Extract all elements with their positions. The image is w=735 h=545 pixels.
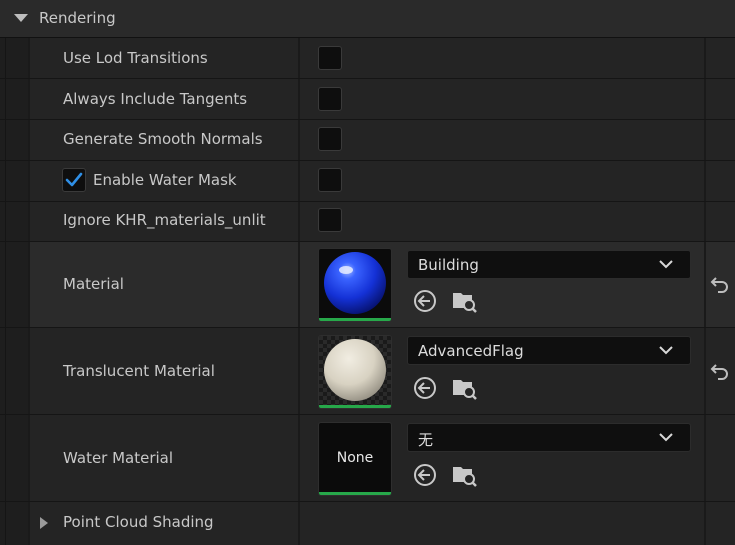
property-label: Use Lod Transitions [63, 49, 208, 67]
water-material-asset-dropdown[interactable]: 无 [407, 423, 691, 452]
chevron-down-icon [659, 260, 673, 269]
chevron-down-icon [659, 346, 673, 355]
property-label: Always Include Tangents [63, 90, 248, 108]
reset-to-default-icon[interactable] [710, 274, 730, 294]
property-row-material: Material Building [0, 242, 735, 328]
expand-arrow-icon[interactable] [14, 14, 28, 22]
enable-water-mask-checkbox[interactable] [318, 168, 342, 192]
property-row-use-lod-transitions: Use Lod Transitions [0, 38, 735, 79]
water-material-thumbnail[interactable]: None [318, 422, 392, 496]
translucent-material-asset-dropdown[interactable]: AdvancedFlag [407, 336, 691, 365]
property-row-enable-water-mask: Enable Water Mask [0, 161, 735, 202]
translucent-material-thumbnail[interactable] [318, 335, 392, 409]
chevron-down-icon [659, 433, 673, 442]
none-thumbnail-text: None [336, 450, 374, 466]
white-sphere-preview [319, 336, 391, 408]
enable-water-mask-edit-condition-checkbox[interactable] [62, 168, 86, 192]
use-selected-asset-arrow-icon[interactable] [412, 288, 438, 314]
property-row-translucent-material: Translucent Material AdvancedFlag [0, 328, 735, 415]
material-thumbnail[interactable] [318, 248, 392, 322]
use-selected-asset-arrow-icon[interactable] [412, 462, 438, 488]
property-row-point-cloud-shading[interactable]: Point Cloud Shading [0, 502, 735, 545]
browse-asset-folder-icon[interactable] [452, 375, 478, 401]
property-row-ignore-khr-materials-unlit: Ignore KHR_materials_unlit [0, 202, 735, 242]
generate-smooth-normals-checkbox[interactable] [318, 127, 342, 151]
subcategory-title: Point Cloud Shading [63, 513, 214, 531]
use-lod-transitions-checkbox[interactable] [318, 46, 342, 70]
ignore-khr-materials-unlit-checkbox[interactable] [318, 208, 342, 232]
details-panel: Rendering Use Lod Transitions Always Inc… [0, 0, 735, 545]
category-title: Rendering [39, 9, 116, 27]
material-asset-dropdown[interactable]: Building [407, 250, 691, 279]
property-label: Water Material [63, 449, 174, 467]
rendering-category-header[interactable]: Rendering [0, 0, 735, 38]
reset-to-default-icon[interactable] [710, 361, 730, 381]
property-label: Material [63, 275, 124, 293]
property-label: Enable Water Mask [93, 171, 237, 189]
selected-asset-name: AdvancedFlag [418, 342, 524, 360]
always-include-tangents-checkbox[interactable] [318, 87, 342, 111]
property-row-always-include-tangents: Always Include Tangents [0, 79, 735, 120]
browse-asset-folder-icon[interactable] [452, 462, 478, 488]
blue-sphere-preview [324, 252, 386, 314]
property-row-water-material: Water Material None 无 [0, 415, 735, 502]
expand-arrow-right-icon[interactable] [39, 516, 49, 530]
use-selected-asset-arrow-icon[interactable] [412, 375, 438, 401]
property-row-generate-smooth-normals: Generate Smooth Normals [0, 120, 735, 161]
property-label: Generate Smooth Normals [63, 130, 263, 148]
checkmark-icon [65, 172, 83, 187]
browse-asset-folder-icon[interactable] [452, 288, 478, 314]
selected-asset-name: Building [418, 256, 479, 274]
property-label: Ignore KHR_materials_unlit [63, 211, 266, 229]
selected-asset-name: 无 [418, 431, 434, 449]
property-label: Translucent Material [63, 362, 215, 380]
